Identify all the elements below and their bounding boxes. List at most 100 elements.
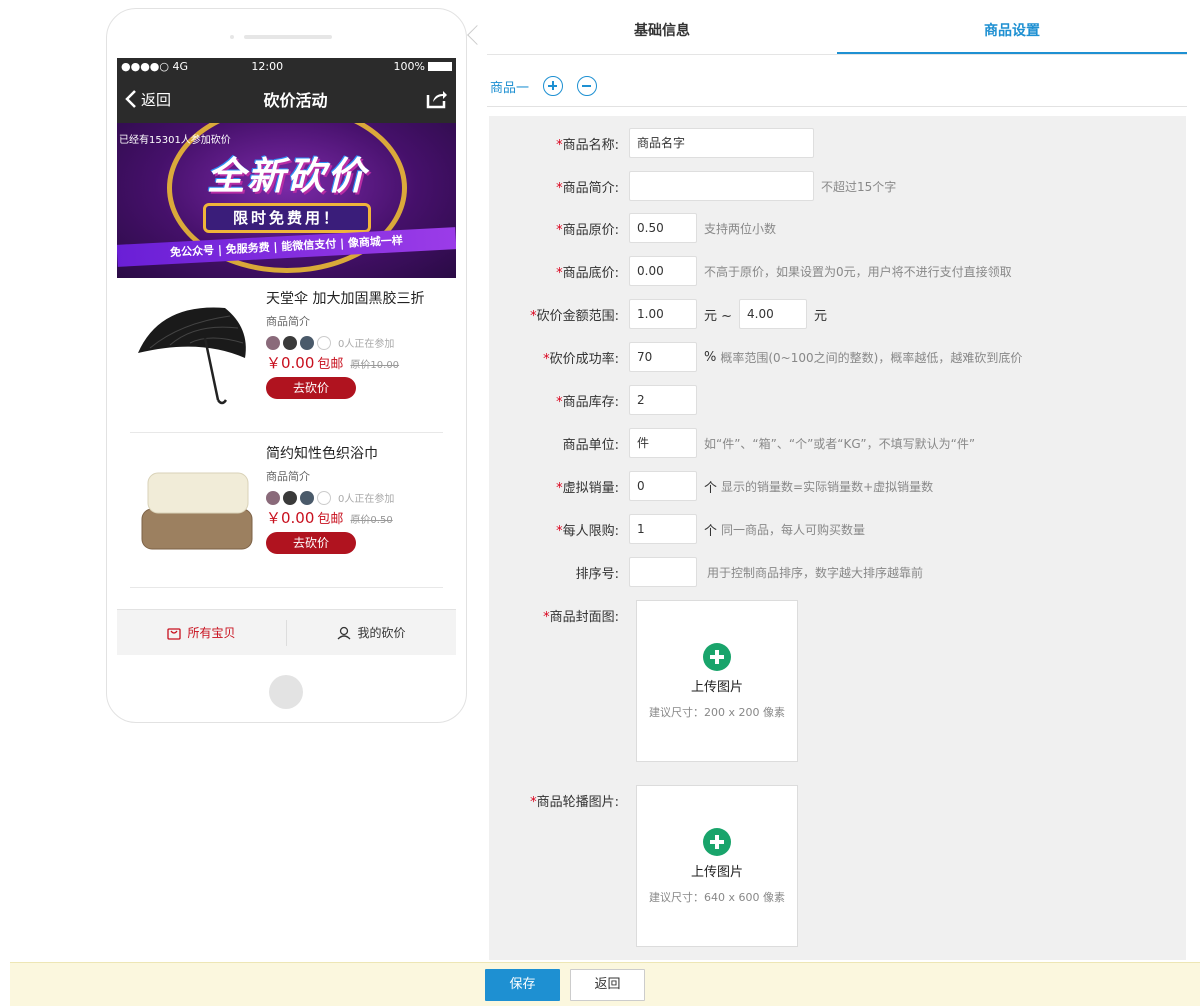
field-row-cut-range: *砍价金额范围: 1.00 元 ~ 4.00 元 xyxy=(489,299,1186,329)
orig-price-label: 商品原价: xyxy=(562,222,619,238)
chevron-left-icon xyxy=(125,90,136,108)
success-rate-input[interactable]: 70 xyxy=(629,342,697,372)
tab-all-items[interactable]: 所有宝贝 xyxy=(117,624,286,641)
product-intro-input[interactable] xyxy=(629,171,814,201)
remove-product-icon[interactable] xyxy=(577,76,598,96)
avatar xyxy=(300,490,314,505)
action-footer: 保存 返回 xyxy=(10,962,1200,1006)
more-avatars-icon xyxy=(317,490,331,505)
virtual-sales-label: 虚拟销量: xyxy=(562,480,619,496)
product-price: ￥0.00 xyxy=(266,509,315,527)
virtual-sales-input[interactable]: 0 xyxy=(629,471,697,501)
phone-home-button xyxy=(269,675,303,709)
field-row-name: *商品名称: 商品名字 xyxy=(489,128,1186,158)
limit-input[interactable]: 1 xyxy=(629,514,697,544)
share-icon[interactable] xyxy=(426,89,448,109)
floor-price-input[interactable]: 0.00 xyxy=(629,256,697,286)
field-row-unit: 商品单位: 件 如“件”、“箱”、“个”或者“KG”，不填写默认为“件” xyxy=(489,428,1186,458)
add-product-icon[interactable] xyxy=(543,76,564,96)
phone-status-bar: ●●●●○ 4G 12:00 100% xyxy=(117,58,456,75)
upload-plus-icon xyxy=(703,642,731,671)
cut-range-unit-to: 元 xyxy=(814,308,828,324)
free-shipping-label: 包邮 xyxy=(317,357,344,372)
field-row-stock: *商品库存: 2 xyxy=(489,385,1186,415)
original-price: 原价0.50 xyxy=(350,515,393,526)
cover-upload-box[interactable]: 上传图片 建议尺寸：200 x 200 像素 xyxy=(636,600,798,762)
participant-avatars: 0人正在参加 xyxy=(266,490,446,505)
unit-hint: 如“件”、“箱”、“个”或者“KG”，不填写默认为“件” xyxy=(704,436,976,451)
field-row-orig-price: *商品原价: 0.50 支持两位小数 xyxy=(489,213,1186,243)
upload-text: 上传图片 xyxy=(690,864,743,880)
phone-page-title: 砍价活动 xyxy=(263,91,328,110)
carousel-upload-box[interactable]: 上传图片 建议尺寸：640 x 600 像素 xyxy=(636,785,798,947)
tab-product-settings[interactable]: 商品设置 xyxy=(837,10,1187,54)
stock-label: 商品库存: xyxy=(562,394,619,410)
save-button[interactable]: 保存 xyxy=(485,968,560,1001)
bargain-button[interactable]: 去砍价 xyxy=(266,377,356,399)
cut-range-max-input[interactable]: 4.00 xyxy=(739,299,808,329)
panel-pointer xyxy=(467,25,487,45)
tab-basic-info[interactable]: 基础信息 xyxy=(487,10,837,54)
phone-screen: ●●●●○ 4G 12:00 100% 返回 砍价活动 已经有15301人参加砍… xyxy=(117,58,456,655)
floor-price-hint: 不高于原价，如果设置为0元，用户将不进行支付直接领取 xyxy=(704,264,1012,279)
orig-price-input[interactable]: 0.50 xyxy=(629,213,697,243)
divider xyxy=(487,106,1187,107)
product-desc: 商品简介 xyxy=(266,470,310,483)
product-name: 天堂伞 加大加固黑胶三折 xyxy=(266,291,425,307)
carousel-label-wrap: *商品轮播图片: xyxy=(489,791,629,810)
sort-input[interactable] xyxy=(629,557,697,587)
cut-range-unit-from: 元 ~ xyxy=(704,308,733,324)
upload-text: 上传图片 xyxy=(690,679,743,695)
participant-count: 0人正在参加 xyxy=(338,494,395,505)
back-button[interactable]: 返回 xyxy=(570,968,645,1001)
name-label: 商品名称: xyxy=(562,137,619,153)
bag-icon xyxy=(167,627,182,640)
upload-size-hint: 建议尺寸：640 x 600 像素 xyxy=(649,890,785,904)
field-row-limit: *每人限购: 1 个 同一商品，每人可购买数量 xyxy=(489,514,1186,544)
field-row-intro: *商品简介: 不超过15个字 xyxy=(489,171,1186,201)
product-tab-label[interactable]: 商品一 xyxy=(490,77,529,96)
success-rate-label: 砍价成功率: xyxy=(549,351,619,367)
signal-indicator: ●●●●○ 4G xyxy=(121,60,189,73)
field-row-success-rate: *砍价成功率: 70 % 概率范围(0~100之间的整数)，概率越低，越难砍到底… xyxy=(489,342,1186,372)
participant-count: 0人正在参加 xyxy=(338,339,395,350)
intro-hint: 不超过15个字 xyxy=(821,179,897,194)
user-icon xyxy=(338,626,351,639)
product-desc: 商品简介 xyxy=(266,315,310,328)
upload-size-hint: 建议尺寸：200 x 200 像素 xyxy=(649,705,785,719)
sort-hint: 用于控制商品排序，数字越大排序越靠前 xyxy=(707,565,924,580)
phone-back-button[interactable]: 返回 xyxy=(125,89,235,110)
battery-icon xyxy=(428,62,452,71)
more-avatars-icon xyxy=(317,335,331,350)
avatar xyxy=(283,490,297,505)
product-card[interactable]: 简约知性色织浴巾 商品简介 0人正在参加 ￥0.00 包邮 原价0.50 去砍价 xyxy=(130,433,443,588)
sort-label: 排序号: xyxy=(575,566,619,582)
stock-input[interactable]: 2 xyxy=(629,385,697,415)
phone-back-label: 返回 xyxy=(141,90,172,109)
phone-speaker xyxy=(244,35,332,39)
battery-percent: 100% xyxy=(393,60,425,73)
banner-joined-count: 已经有15301人参加砍价 xyxy=(119,135,231,146)
status-time: 12:00 xyxy=(251,60,284,73)
limit-label: 每人限购: xyxy=(562,523,619,539)
carousel-label: 商品轮播图片: xyxy=(536,795,619,810)
avatar xyxy=(283,335,297,350)
product-card[interactable]: 天堂伞 加大加固黑胶三折 商品简介 0人正在参加 ￥0.00 包邮 原价10.0… xyxy=(130,278,443,433)
tab-my-bargain[interactable]: 我的砍价 xyxy=(287,624,456,641)
avatar xyxy=(300,335,314,350)
product-selector: 商品一 xyxy=(490,66,598,106)
bargain-button[interactable]: 去砍价 xyxy=(266,532,356,554)
banner-headline: 全新砍价 xyxy=(206,154,367,198)
phone-tab-bar: 所有宝贝 我的砍价 xyxy=(117,609,456,655)
product-name-input[interactable]: 商品名字 xyxy=(629,128,814,158)
unit-label: 商品单位: xyxy=(562,437,619,453)
cut-range-min-input[interactable]: 1.00 xyxy=(629,299,697,329)
cover-label-wrap: *商品封面图: xyxy=(489,606,629,625)
phone-camera xyxy=(230,35,234,39)
unit-input[interactable]: 件 xyxy=(629,428,697,458)
virtual-sales-unit: 个 xyxy=(704,480,718,496)
success-rate-hint: 概率范围(0~100之间的整数)，概率越低，越难砍到底价 xyxy=(720,350,1023,365)
settings-tabs: 基础信息 商品设置 xyxy=(487,10,1187,55)
cut-range-label: 砍价金额范围: xyxy=(536,308,619,324)
product-price: ￥0.00 xyxy=(266,354,315,372)
